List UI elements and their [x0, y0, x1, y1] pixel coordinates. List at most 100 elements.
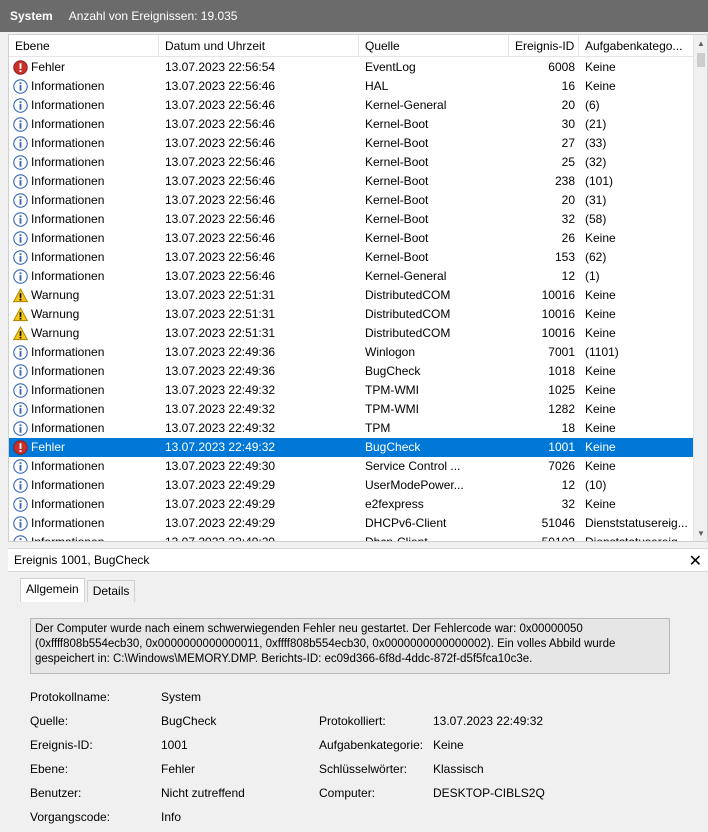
row-level: Informationen [9, 514, 159, 533]
table-row[interactable]: Informationen 13.07.2023 22:49:36 Winlogon… [9, 343, 695, 362]
row-event-id: 30 [561, 117, 575, 131]
table-row[interactable]: Informationen 13.07.2023 22:49:30 Service … [9, 457, 695, 476]
row-task-category: Dienststatusereig... [585, 516, 688, 530]
ebene-value: Fehler [161, 762, 196, 776]
row-event-id: 1282 [548, 402, 575, 416]
row-source: Kernel-Boot [365, 117, 429, 131]
row-date: 13.07.2023 22:49:29 [165, 497, 276, 511]
row-task-category: (58) [585, 212, 607, 226]
table-row[interactable]: Informationen 13.07.2023 22:56:46 Kernel-B… [9, 134, 695, 153]
table-row[interactable]: Fehler 13.07.2023 22:49:32 BugCheck 1001 Kei… [9, 438, 695, 457]
info-icon [13, 345, 28, 360]
table-row[interactable]: Informationen 13.07.2023 22:49:36 BugCheck… [9, 362, 695, 381]
scroll-down-icon[interactable]: ▼ [694, 527, 707, 541]
protokolliert-label: Protokolliert: [319, 714, 386, 728]
table-row[interactable]: Informationen 13.07.2023 22:56:46 Kernel-G… [9, 96, 695, 115]
row-level-text: Informationen [31, 212, 105, 226]
row-level-text: Informationen [31, 136, 105, 150]
vertical-scrollbar[interactable]: ▲ ▼ [693, 35, 707, 541]
table-row[interactable]: Informationen 13.07.2023 22:56:46 Kernel-B… [9, 115, 695, 134]
row-task-category: Keine [585, 288, 616, 302]
row-source: Kernel-Boot [365, 193, 429, 207]
row-event-id: 10016 [541, 288, 575, 302]
warning-icon [12, 325, 29, 341]
tab-details[interactable]: Details [86, 580, 136, 602]
table-row[interactable]: Informationen 13.07.2023 22:49:29 DHCPv6-C… [9, 514, 695, 533]
table-row[interactable]: Informationen 13.07.2023 22:49:29 Dhcp-Cli… [9, 533, 695, 541]
scroll-up-icon[interactable]: ▲ [694, 37, 707, 51]
vorgangscode-label: Vorgangscode: [30, 810, 111, 824]
table-row[interactable]: Warnung 13.07.2023 22:51:31 DistributedCOM… [9, 305, 695, 324]
table-row[interactable]: Warnung 13.07.2023 22:51:31 DistributedCOM… [9, 286, 695, 305]
info-icon [13, 79, 28, 94]
row-level: Informationen [9, 400, 159, 419]
column-header-event-id[interactable]: Ereignis-ID [509, 35, 579, 57]
row-level-text: Warnung [31, 326, 80, 340]
table-row[interactable]: Informationen 13.07.2023 22:56:46 Kernel-B… [9, 229, 695, 248]
row-source: TPM [365, 421, 391, 435]
column-header-row: Ebene Datum und Uhrzeit Quelle Ereignis-… [9, 35, 695, 57]
row-date: 13.07.2023 22:51:31 [165, 307, 276, 321]
column-header-task-category[interactable]: Aufgabenkatego... [579, 35, 695, 57]
row-event-id: 16 [561, 79, 575, 93]
row-date: 13.07.2023 22:49:29 [165, 478, 276, 492]
row-level: Informationen [9, 229, 159, 248]
row-level-text: Warnung [31, 307, 80, 321]
table-row[interactable]: Fehler 13.07.2023 22:56:54 EventLog 6008 Kei… [9, 58, 695, 77]
warning-icon [12, 306, 29, 322]
row-level: Warnung [9, 324, 159, 343]
table-row[interactable]: Informationen 13.07.2023 22:56:46 Kernel-B… [9, 172, 695, 191]
row-event-id: 32 [561, 497, 575, 511]
table-row[interactable]: Informationen 13.07.2023 22:56:46 HAL 16 Kei… [9, 77, 695, 96]
column-header-date[interactable]: Datum und Uhrzeit [159, 35, 359, 57]
row-source: Kernel-Boot [365, 212, 429, 226]
warning-icon [12, 287, 29, 303]
table-row[interactable]: Informationen 13.07.2023 22:49:29 e2fexpre… [9, 495, 695, 514]
row-event-id: 1001 [548, 440, 575, 454]
row-level-text: Informationen [31, 402, 105, 416]
row-level-text: Informationen [31, 383, 105, 397]
row-date: 13.07.2023 22:49:29 [165, 516, 276, 530]
row-event-id: 10016 [541, 307, 575, 321]
column-header-source[interactable]: Quelle [359, 35, 509, 57]
row-source: DistributedCOM [365, 288, 451, 302]
table-row[interactable]: Informationen 13.07.2023 22:49:29 UserMode… [9, 476, 695, 495]
row-level: Informationen [9, 343, 159, 362]
table-row[interactable]: Informationen 13.07.2023 22:56:46 Kernel-B… [9, 210, 695, 229]
table-row[interactable]: Warnung 13.07.2023 22:51:31 DistributedCOM… [9, 324, 695, 343]
row-level-text: Informationen [31, 231, 105, 245]
scroll-thumb[interactable] [697, 53, 705, 67]
row-source: BugCheck [365, 440, 421, 454]
table-row[interactable]: Informationen 13.07.2023 22:49:32 TPM-WMI 1… [9, 400, 695, 419]
row-level-text: Informationen [31, 516, 105, 530]
info-icon [13, 535, 28, 541]
info-icon [13, 478, 28, 493]
benutzer-label: Benutzer: [30, 786, 82, 800]
schluesselwoerter-value: Klassisch [433, 762, 484, 776]
table-row[interactable]: Informationen 13.07.2023 22:56:46 Kernel-B… [9, 153, 695, 172]
info-icon [13, 459, 28, 474]
table-row[interactable]: Informationen 13.07.2023 22:56:46 Kernel-G… [9, 267, 695, 286]
row-level-text: Informationen [31, 497, 105, 511]
column-header-level[interactable]: Ebene [9, 35, 159, 57]
error-icon [13, 440, 28, 455]
event-list[interactable]: Ebene Datum und Uhrzeit Quelle Ereignis-… [8, 34, 708, 542]
row-date: 13.07.2023 22:56:46 [165, 79, 276, 93]
row-level: Informationen [9, 457, 159, 476]
table-row[interactable]: Informationen 13.07.2023 22:56:46 Kernel-B… [9, 191, 695, 210]
row-level: Informationen [9, 153, 159, 172]
row-level-text: Informationen [31, 174, 105, 188]
row-level-text: Informationen [31, 345, 105, 359]
row-level: Informationen [9, 77, 159, 96]
row-level-text: Informationen [31, 364, 105, 378]
tab-allgemein[interactable]: Allgemein [20, 578, 85, 602]
protokollname-label: Protokollname: [30, 690, 111, 704]
event-count: Anzahl von Ereignissen: 19.035 [68, 9, 238, 23]
row-level-text: Informationen [31, 459, 105, 473]
close-icon[interactable]: ✕ [689, 551, 702, 571]
table-row[interactable]: Informationen 13.07.2023 22:49:32 TPM-WMI 1… [9, 381, 695, 400]
table-row[interactable]: Informationen 13.07.2023 22:56:46 Kernel-B… [9, 248, 695, 267]
row-task-category: Keine [585, 326, 616, 340]
row-level: Informationen [9, 419, 159, 438]
table-row[interactable]: Informationen 13.07.2023 22:49:32 TPM 18 Kei… [9, 419, 695, 438]
